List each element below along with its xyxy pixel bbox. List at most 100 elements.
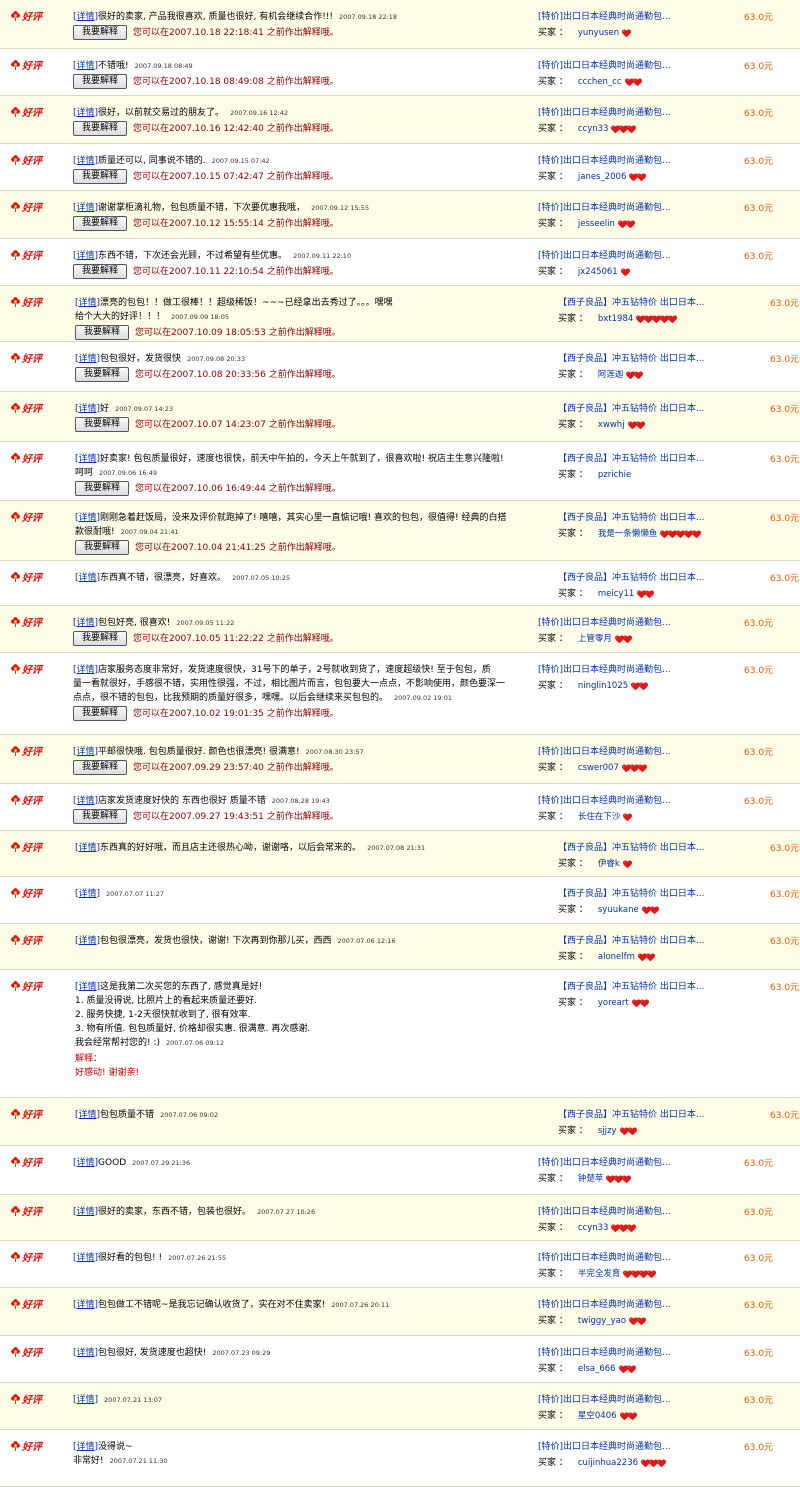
item-tag[interactable]: 【西子良品】 xyxy=(558,354,612,364)
buyer-name[interactable]: janes_2006 xyxy=(578,170,627,184)
item-tag[interactable]: [特价] xyxy=(538,61,563,71)
item-tag[interactable]: [特价] xyxy=(538,796,563,806)
item-title-link[interactable]: 出口日本经典时尚通勤包... xyxy=(563,61,671,71)
explain-button[interactable]: 我要解释 xyxy=(73,169,128,184)
item-tag[interactable]: 【西子良品】 xyxy=(558,404,612,414)
item-title-link[interactable]: 出口日本经典时尚通勤包... xyxy=(563,796,671,806)
item-title-link[interactable]: 冲五钻特价 出口日本... xyxy=(612,513,704,523)
explain-button[interactable]: 我要解释 xyxy=(73,121,128,136)
item-tag[interactable]: [特价] xyxy=(538,1207,563,1217)
item-title-link[interactable]: 出口日本经典时尚通勤包... xyxy=(563,618,671,628)
buyer-name[interactable]: pzrichie xyxy=(598,468,631,482)
detail-link[interactable]: 详情 xyxy=(77,12,95,22)
detail-link[interactable]: 详情 xyxy=(79,843,97,853)
detail-link[interactable]: 详情 xyxy=(77,1207,95,1217)
item-title-link[interactable]: 出口日本经典时尚通勤包... xyxy=(563,665,671,675)
buyer-name[interactable]: 星空0406 xyxy=(578,1409,617,1423)
item-title-link[interactable]: 出口日本经典时尚通勤包... xyxy=(563,156,671,166)
item-tag[interactable]: 【西子良品】 xyxy=(558,1110,612,1120)
buyer-name[interactable]: cuijinhua2236 xyxy=(578,1456,638,1470)
detail-link[interactable]: 详情 xyxy=(77,61,95,71)
buyer-name[interactable]: ccyn33 xyxy=(578,122,609,136)
detail-link[interactable]: 详情 xyxy=(77,665,95,675)
detail-link[interactable]: 详情 xyxy=(79,454,97,464)
buyer-name[interactable]: alonelfm xyxy=(598,950,635,964)
buyer-name[interactable]: cswer007 xyxy=(578,761,619,775)
item-title-link[interactable]: 出口日本经典时尚通勤包... xyxy=(563,1158,671,1168)
item-tag[interactable]: [特价] xyxy=(538,251,563,261)
item-title-link[interactable]: 出口日本经典时尚通勤包... xyxy=(563,1253,671,1263)
buyer-name[interactable]: bxt1984 xyxy=(598,312,633,326)
item-tag[interactable]: [特价] xyxy=(538,1158,563,1168)
item-title-link[interactable]: 出口日本经典时尚通勤包... xyxy=(563,108,671,118)
buyer-name[interactable]: 阿莲迦 xyxy=(598,368,624,382)
explain-button[interactable]: 我要解释 xyxy=(73,25,128,40)
explain-button[interactable]: 我要解释 xyxy=(73,216,128,231)
detail-link[interactable]: 详情 xyxy=(77,203,95,213)
buyer-name[interactable]: 伊睿k xyxy=(598,857,620,871)
detail-link[interactable]: 详情 xyxy=(79,354,97,364)
detail-link[interactable]: 详情 xyxy=(79,298,97,308)
explain-button[interactable]: 我要解释 xyxy=(75,540,130,555)
item-title-link[interactable]: 冲五钻特价 出口日本... xyxy=(612,843,704,853)
item-title-link[interactable]: 冲五钻特价 出口日本... xyxy=(612,354,704,364)
explain-button[interactable]: 我要解释 xyxy=(73,706,128,721)
detail-link[interactable]: 详情 xyxy=(79,513,97,523)
explain-button[interactable]: 我要解释 xyxy=(73,264,128,279)
item-tag[interactable]: 【西子良品】 xyxy=(558,843,612,853)
item-title-link[interactable]: 冲五钻特价 出口日本... xyxy=(612,454,704,464)
item-title-link[interactable]: 冲五钻特价 出口日本... xyxy=(612,889,704,899)
item-tag[interactable]: 【西子良品】 xyxy=(558,982,612,992)
item-tag[interactable]: 【西子良品】 xyxy=(558,936,612,946)
item-tag[interactable]: 【西子良品】 xyxy=(558,889,612,899)
item-tag[interactable]: [特价] xyxy=(538,1300,563,1310)
detail-link[interactable]: 详情 xyxy=(77,1158,95,1168)
item-tag[interactable]: [特价] xyxy=(538,12,563,22)
item-title-link[interactable]: 出口日本经典时尚通勤包... xyxy=(563,1300,671,1310)
detail-link[interactable]: 详情 xyxy=(77,1395,95,1405)
detail-link[interactable]: 详情 xyxy=(77,1442,95,1452)
item-tag[interactable]: [特价] xyxy=(538,747,563,757)
detail-link[interactable]: 详情 xyxy=(79,936,97,946)
item-tag[interactable]: 【西子良品】 xyxy=(558,573,612,583)
explain-button[interactable]: 我要解释 xyxy=(73,760,128,775)
buyer-name[interactable]: syuukane xyxy=(598,903,639,917)
explain-button[interactable]: 我要解释 xyxy=(73,74,128,89)
buyer-name[interactable]: 长住在下沙 xyxy=(578,810,621,824)
item-title-link[interactable]: 冲五钻特价 出口日本... xyxy=(612,982,704,992)
item-title-link[interactable]: 出口日本经典时尚通勤包... xyxy=(563,12,671,22)
item-title-link[interactable]: 冲五钻特价 出口日本... xyxy=(612,573,704,583)
buyer-name[interactable]: ccchen_cc xyxy=(578,75,622,89)
buyer-name[interactable]: xwwhj xyxy=(598,418,625,432)
buyer-name[interactable]: meicy11 xyxy=(598,587,634,601)
item-title-link[interactable]: 冲五钻特价 出口日本... xyxy=(612,298,704,308)
detail-link[interactable]: 详情 xyxy=(79,404,97,414)
item-tag[interactable]: [特价] xyxy=(538,108,563,118)
item-title-link[interactable]: 冲五钻特价 出口日本... xyxy=(612,1110,704,1120)
item-tag[interactable]: [特价] xyxy=(538,156,563,166)
item-title-link[interactable]: 冲五钻特价 出口日本... xyxy=(612,404,704,414)
buyer-name[interactable]: twiggy_yao xyxy=(578,1314,626,1328)
item-title-link[interactable]: 出口日本经典时尚通勤包... xyxy=(563,747,671,757)
item-title-link[interactable]: 出口日本经典时尚通勤包... xyxy=(563,251,671,261)
buyer-name[interactable]: ccyn33 xyxy=(578,1221,609,1235)
explain-button[interactable]: 我要解释 xyxy=(75,325,130,340)
item-tag[interactable]: [特价] xyxy=(538,203,563,213)
buyer-name[interactable]: 半完全发育 xyxy=(578,1267,621,1281)
item-title-link[interactable]: 出口日本经典时尚通勤包... xyxy=(563,203,671,213)
detail-link[interactable]: 详情 xyxy=(79,573,97,583)
buyer-name[interactable]: 上管零月 xyxy=(578,632,612,646)
item-tag[interactable]: 【西子良品】 xyxy=(558,454,612,464)
item-tag[interactable]: [特价] xyxy=(538,1442,563,1452)
buyer-name[interactable]: yoreart xyxy=(598,996,629,1010)
buyer-name[interactable]: ninglin1025 xyxy=(578,679,628,693)
item-title-link[interactable]: 冲五钻特价 出口日本... xyxy=(612,936,704,946)
detail-link[interactable]: 详情 xyxy=(79,982,97,992)
detail-link[interactable]: 详情 xyxy=(77,108,95,118)
buyer-name[interactable]: elsa_666 xyxy=(578,1362,616,1376)
explain-button[interactable]: 我要解释 xyxy=(73,631,128,646)
item-tag[interactable]: [特价] xyxy=(538,618,563,628)
detail-link[interactable]: 详情 xyxy=(77,1253,95,1263)
explain-button[interactable]: 我要解释 xyxy=(75,481,130,496)
item-tag[interactable]: [特价] xyxy=(538,665,563,675)
